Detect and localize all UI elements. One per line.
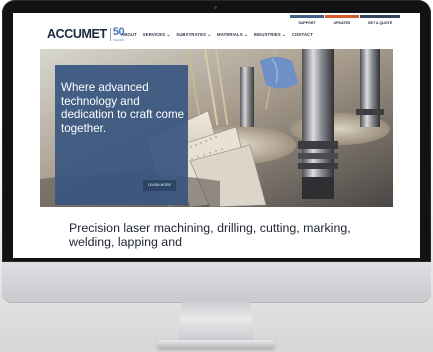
nav-contact[interactable]: CONTACT (292, 32, 313, 38)
nav-substrates[interactable]: SUBSTRATES ⌄ (176, 32, 211, 38)
monitor-stand-neck (177, 302, 255, 344)
hero-banner: Where advanced technology and dedication… (40, 49, 393, 207)
lead-paragraph: Precision laser machining, drilling, cut… (69, 221, 351, 249)
monitor-chin (2, 262, 431, 302)
site-header: SUPPORT UPDATES GET A QUOTE ACCUMET 50 Y… (13, 13, 420, 53)
logo-divider (109, 28, 111, 41)
support-link[interactable]: SUPPORT (290, 15, 324, 28)
main-nav: ABOUT SERVICES ⌄ SUBSTRATES ⌄ MATERIALS … (121, 32, 319, 38)
hero-headline: Where advanced technology and dedication… (61, 81, 185, 135)
nav-materials[interactable]: MATERIALS ⌄ (217, 32, 248, 38)
nav-about[interactable]: ABOUT (121, 32, 137, 38)
monitor-screen: SUPPORT UPDATES GET A QUOTE ACCUMET 50 Y… (13, 13, 420, 258)
nav-services[interactable]: SERVICES ⌄ (143, 32, 170, 38)
logo-wordmark: ACCUMET (47, 27, 107, 41)
badge-sub: YEARS (112, 38, 125, 42)
utility-nav: SUPPORT UPDATES GET A QUOTE (289, 15, 400, 28)
nav-industries[interactable]: INDUSTRIES ⌄ (254, 32, 286, 38)
monitor: SUPPORT UPDATES GET A QUOTE ACCUMET 50 Y… (2, 0, 431, 304)
site-logo[interactable]: ACCUMET 50 YEARS (47, 27, 125, 47)
camera-icon (214, 6, 217, 9)
updates-link[interactable]: UPDATES (325, 15, 359, 28)
monitor-stand-base (157, 340, 275, 348)
get-a-quote-link[interactable]: GET A QUOTE (360, 15, 400, 28)
monitor-bezel: SUPPORT UPDATES GET A QUOTE ACCUMET 50 Y… (2, 0, 431, 262)
hero-text-panel: Where advanced technology and dedication… (55, 65, 188, 205)
learn-more-button[interactable]: LEARN MORE (143, 180, 176, 191)
